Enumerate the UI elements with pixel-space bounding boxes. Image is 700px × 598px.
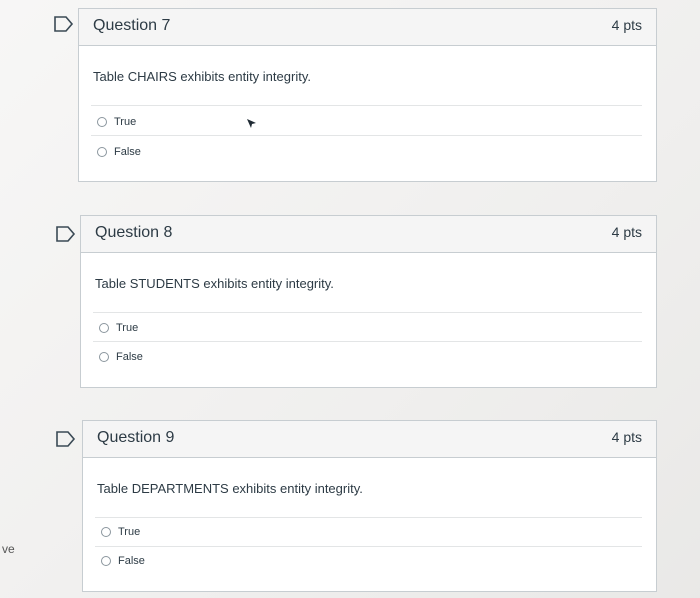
question-header: Question 7 4 pts — [79, 9, 656, 46]
question-7-card: Question 7 4 pts Table CHAIRS exhibits e… — [78, 8, 657, 182]
answer-label: True — [118, 526, 141, 538]
divider — [91, 135, 642, 136]
answer-false[interactable]: False — [99, 349, 143, 365]
question-title: Question 8 — [95, 224, 173, 241]
flag-question-9-icon[interactable] — [56, 431, 76, 447]
cut-off-sidebar-text: ve — [2, 542, 15, 556]
flag-question-7-icon[interactable] — [54, 16, 74, 32]
question-points: 4 pts — [611, 429, 642, 445]
divider — [95, 517, 642, 518]
answer-label: True — [116, 322, 139, 334]
radio-button[interactable] — [97, 147, 107, 157]
answer-false[interactable]: False — [97, 144, 141, 160]
question-9-card: Question 9 4 pts Table DEPARTMENTS exhib… — [82, 420, 657, 592]
question-points: 4 pts — [611, 17, 642, 33]
answer-label: True — [114, 116, 137, 128]
answer-true[interactable]: True — [99, 320, 138, 336]
radio-button[interactable] — [99, 352, 109, 362]
question-8-card: Question 8 4 pts Table STUDENTS exhibits… — [80, 215, 657, 388]
radio-button[interactable] — [101, 556, 111, 566]
divider — [93, 312, 642, 313]
question-header: Question 8 4 pts — [81, 216, 656, 253]
divider — [91, 105, 642, 106]
question-text: Table CHAIRS exhibits entity integrity. — [93, 69, 311, 84]
divider — [95, 546, 642, 547]
radio-button[interactable] — [101, 527, 111, 537]
answer-true[interactable]: True — [101, 524, 140, 540]
question-text: Table STUDENTS exhibits entity integrity… — [95, 276, 334, 291]
radio-button[interactable] — [97, 117, 107, 127]
flag-question-8-icon[interactable] — [56, 226, 76, 242]
question-header: Question 9 4 pts — [83, 421, 656, 458]
answer-true[interactable]: True — [97, 114, 136, 130]
question-title: Question 7 — [93, 17, 171, 34]
answer-label: False — [114, 146, 141, 158]
radio-button[interactable] — [99, 323, 109, 333]
answer-label: False — [118, 555, 145, 567]
mouse-pointer-icon — [246, 117, 258, 129]
answer-false[interactable]: False — [101, 553, 145, 569]
question-text: Table DEPARTMENTS exhibits entity integr… — [97, 481, 363, 496]
question-title: Question 9 — [97, 429, 175, 446]
answer-label: False — [116, 351, 143, 363]
question-points: 4 pts — [611, 224, 642, 240]
divider — [93, 341, 642, 342]
